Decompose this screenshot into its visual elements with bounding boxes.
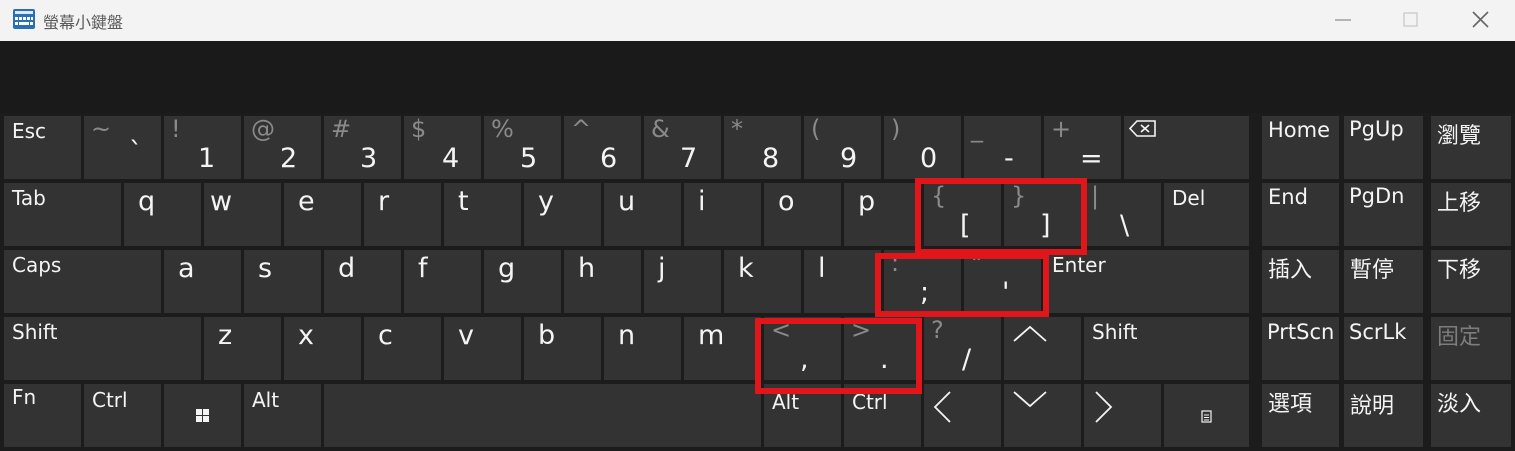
key-ctrl-left[interactable]: Ctrl <box>84 384 161 447</box>
key-shift-left[interactable]: Shift <box>4 317 201 380</box>
key-home[interactable]: Home <box>1262 116 1339 179</box>
key-3[interactable]: #3 <box>324 116 401 179</box>
key-tab[interactable]: Tab <box>4 183 121 246</box>
key-dock[interactable]: 固定 <box>1431 317 1511 380</box>
key-p[interactable]: p <box>844 183 921 246</box>
key-9[interactable]: (9 <box>804 116 881 179</box>
key-j[interactable]: j <box>644 250 721 313</box>
key-m[interactable]: m <box>684 317 761 380</box>
key-z[interactable]: z <box>204 317 281 380</box>
key-pause[interactable]: 暫停 <box>1344 250 1423 313</box>
key-end[interactable]: End <box>1262 183 1339 246</box>
key-help[interactable]: 說明 <box>1344 384 1423 447</box>
key-del[interactable]: Del <box>1164 183 1249 246</box>
up-arrow-icon <box>1013 325 1047 342</box>
key-right-arrow[interactable] <box>1084 384 1161 447</box>
key-w[interactable]: w <box>204 183 281 246</box>
key-options[interactable]: 選項 <box>1262 384 1339 447</box>
key-2[interactable]: @2 <box>244 116 321 179</box>
key-d[interactable]: d <box>324 250 401 313</box>
key-8[interactable]: * 8 <box>724 116 801 179</box>
windows-icon <box>196 409 209 422</box>
key-left-arrow[interactable] <box>924 384 1001 447</box>
key-7[interactable]: & 7 <box>644 116 721 179</box>
backspace-icon <box>1128 120 1156 137</box>
key-backspace[interactable] <box>1124 116 1249 179</box>
key-o[interactable]: o <box>764 183 841 246</box>
keyboard: Esc ~ ` ! 1 @2 #3 $4 % 5 ^ 6 & 7 * 8 (9 ) 0 _ - … <box>0 0 1515 451</box>
key-n[interactable]: n <box>604 317 681 380</box>
key-ctrl-right[interactable]: Ctrl <box>844 384 921 447</box>
key-right-bracket[interactable]: }] <box>1004 183 1081 246</box>
key-semicolon[interactable]: :; <box>884 250 961 313</box>
key-fade[interactable]: 淡入 <box>1431 384 1511 447</box>
key-backslash[interactable]: | \ <box>1084 183 1161 246</box>
key-6[interactable]: ^ 6 <box>564 116 641 179</box>
key-c[interactable]: c <box>364 317 441 380</box>
key-e[interactable]: e <box>284 183 361 246</box>
key-down-arrow[interactable] <box>1004 384 1081 447</box>
key-up-arrow[interactable] <box>1004 317 1081 380</box>
key-h[interactable]: h <box>564 250 641 313</box>
key-move-up[interactable]: 上移 <box>1431 183 1511 246</box>
key-caps[interactable]: Caps <box>4 250 161 313</box>
key-pgdn[interactable]: PgDn <box>1344 183 1423 246</box>
key-enter[interactable]: Enter <box>1044 250 1249 313</box>
key-q[interactable]: q <box>124 183 201 246</box>
left-arrow-icon <box>933 391 951 423</box>
key-minus[interactable]: _ - <box>964 116 1041 179</box>
right-arrow-icon <box>1095 391 1113 423</box>
context-menu-icon <box>1201 410 1212 423</box>
key-a[interactable]: a <box>164 250 241 313</box>
key-k[interactable]: k <box>724 250 801 313</box>
key-move-down[interactable]: 下移 <box>1431 250 1511 313</box>
key-0[interactable]: ) 0 <box>884 116 961 179</box>
key-r[interactable]: r <box>364 183 441 246</box>
key-4[interactable]: $4 <box>404 116 481 179</box>
down-arrow-icon <box>1013 391 1047 408</box>
key-5[interactable]: % 5 <box>484 116 561 179</box>
key-u[interactable]: u <box>604 183 681 246</box>
key-equals[interactable]: + = <box>1044 116 1121 179</box>
key-f[interactable]: f <box>404 250 481 313</box>
key-x[interactable]: x <box>284 317 361 380</box>
key-context-menu[interactable] <box>1164 384 1249 447</box>
key-shift-right[interactable]: Shift <box>1084 317 1249 380</box>
key-i[interactable]: i <box>684 183 761 246</box>
key-t[interactable]: t <box>444 183 521 246</box>
key-comma[interactable]: <, <box>764 317 841 380</box>
key-quote[interactable]: " ' <box>964 250 1041 313</box>
key-scrlk[interactable]: ScrLk <box>1344 317 1423 380</box>
key-s[interactable]: s <box>244 250 321 313</box>
key-insert[interactable]: 插入 <box>1262 250 1339 313</box>
key-alt-right[interactable]: Alt <box>764 384 841 447</box>
key-slash[interactable]: ? / <box>924 317 1001 380</box>
key-fn[interactable]: Fn <box>4 384 81 447</box>
key-browse[interactable]: 瀏覽 <box>1431 116 1511 179</box>
key-windows[interactable] <box>164 384 241 447</box>
key-space[interactable] <box>324 384 761 447</box>
key-prtscn[interactable]: PrtScn <box>1262 317 1339 380</box>
key-y[interactable]: y <box>524 183 601 246</box>
key-l[interactable]: l <box>804 250 881 313</box>
key-esc[interactable]: Esc <box>4 116 81 179</box>
key-alt-left[interactable]: Alt <box>244 384 321 447</box>
key-period[interactable]: >. <box>844 317 921 380</box>
key-left-bracket[interactable]: {[ <box>924 183 1001 246</box>
key-b[interactable]: b <box>524 317 601 380</box>
key-1[interactable]: ! 1 <box>164 116 241 179</box>
key-g[interactable]: g <box>484 250 561 313</box>
key-pgup[interactable]: PgUp <box>1344 116 1423 179</box>
key-v[interactable]: v <box>444 317 521 380</box>
key-backtick[interactable]: ~ ` <box>84 116 161 179</box>
